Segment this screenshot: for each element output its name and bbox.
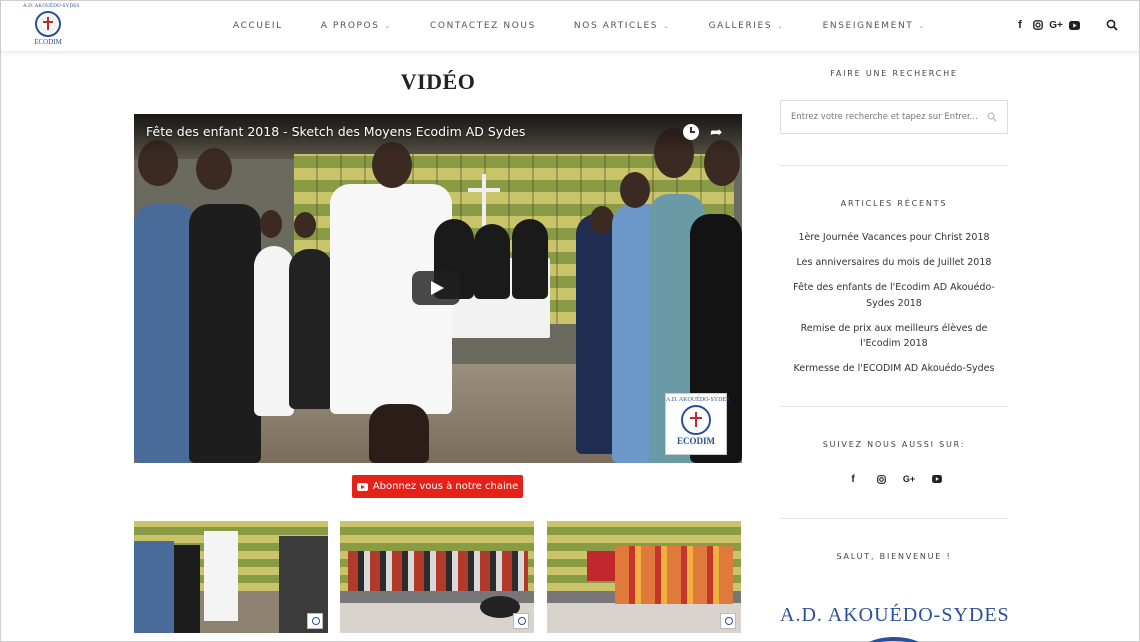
site-logo[interactable]: A.D. AKOUÉDO-SYDES ECODIM bbox=[23, 4, 80, 50]
logo-bottom-text: ECODIM bbox=[34, 38, 62, 46]
recent-articles-heading: ARTICLES RÉCENTS bbox=[840, 199, 948, 208]
video-thumbnail[interactable] bbox=[134, 521, 328, 633]
watch-later-icon[interactable] bbox=[683, 124, 699, 140]
nav-item-nos-articles[interactable]: NOS ARTICLES ⌄ bbox=[574, 21, 671, 31]
brand-seal-icon bbox=[861, 637, 927, 642]
recent-article-link[interactable]: Les anniversaires du mois de Juillet 201… bbox=[780, 255, 1008, 271]
recent-article-link[interactable]: Remise de prix aux meilleurs élèves de l… bbox=[780, 321, 1008, 352]
instagram-icon[interactable] bbox=[1031, 18, 1045, 32]
video-thumbnail[interactable] bbox=[547, 521, 741, 633]
page-title: VIDÉO bbox=[400, 69, 476, 94]
search-widget-heading: FAIRE UNE RECHERCHE bbox=[830, 69, 958, 78]
ecodim-badge-icon bbox=[513, 613, 529, 629]
nav-item-label: NOS ARTICLES bbox=[573, 21, 659, 31]
watermark-top-text: A.D. AKOUÉDO-SYDES bbox=[666, 397, 730, 403]
ecodim-seal-icon bbox=[681, 405, 711, 435]
nav-item-label: A PROPOS bbox=[320, 21, 380, 31]
nav-item-a-propos[interactable]: A PROPOS ⌄ bbox=[321, 21, 392, 31]
nav-item-enseignement[interactable]: ENSEIGNEMENT ⌄ bbox=[823, 21, 926, 31]
youtube-icon[interactable] bbox=[1067, 18, 1081, 32]
site-header: A.D. AKOUÉDO-SYDES ECODIM ACCUEIL A PROP… bbox=[1, 1, 1139, 52]
youtube-icon bbox=[356, 482, 368, 491]
nav-item-accueil[interactable]: ACCUEIL bbox=[233, 21, 283, 31]
brand-name: A.D. AKOUÉDO-SYDES bbox=[780, 604, 1010, 626]
sidebar-social-links: f G+ bbox=[846, 472, 958, 486]
play-button[interactable] bbox=[412, 271, 460, 305]
logo-seal-icon bbox=[35, 11, 61, 37]
youtube-video-player[interactable]: Fête des enfant 2018 - Sketch des Moyens… bbox=[134, 114, 742, 463]
header-social-links: f G+ bbox=[1013, 18, 1081, 32]
sidebar-divider bbox=[780, 406, 1008, 407]
nav-item-label: ENSEIGNEMENT bbox=[822, 21, 914, 31]
facebook-icon[interactable]: f bbox=[1013, 18, 1027, 32]
logo-top-text: A.D. AKOUÉDO-SYDES bbox=[23, 4, 80, 9]
search-icon[interactable] bbox=[1106, 18, 1120, 32]
facebook-icon[interactable]: f bbox=[846, 472, 860, 486]
video-thumbnail[interactable] bbox=[340, 521, 534, 633]
nav-item-label: CONTACTEZ NOUS bbox=[430, 21, 536, 31]
recent-article-link[interactable]: Fête des enfants de l'Ecodim AD Akouédo-… bbox=[780, 280, 1008, 311]
recent-article-link[interactable]: Kermesse de l'ECODIM AD Akouédo-Sydes bbox=[780, 361, 1008, 377]
sidebar-divider bbox=[780, 518, 1008, 519]
recent-article-link[interactable]: 1ère Journée Vacances pour Christ 2018 bbox=[780, 230, 1008, 246]
google-plus-icon[interactable]: G+ bbox=[902, 472, 916, 486]
ecodim-badge-icon bbox=[307, 613, 323, 629]
search-input[interactable] bbox=[781, 101, 981, 133]
nav-item-label: ACCUEIL bbox=[233, 21, 283, 31]
main-nav: ACCUEIL A PROPOS ⌄ CONTACTEZ NOUS NOS AR… bbox=[233, 1, 926, 51]
search-box bbox=[780, 100, 1008, 134]
subscribe-button[interactable]: Abonnez vous à notre chaine bbox=[352, 475, 523, 498]
nav-item-contactez-nous[interactable]: CONTACTEZ NOUS bbox=[430, 21, 536, 31]
chevron-down-icon: ⌄ bbox=[384, 22, 392, 30]
recent-articles-list: 1ère Journée Vacances pour Christ 2018 L… bbox=[780, 230, 1008, 386]
nav-item-galleries[interactable]: GALLERIES ⌄ bbox=[709, 21, 785, 31]
ecodim-badge-icon bbox=[720, 613, 736, 629]
watermark-bottom-text: ECODIM bbox=[677, 436, 715, 446]
youtube-icon[interactable] bbox=[930, 472, 944, 486]
welcome-heading: SALUT, BIENVENUE ! bbox=[836, 552, 952, 561]
share-icon[interactable]: ➦ bbox=[710, 123, 723, 141]
chevron-down-icon: ⌄ bbox=[663, 22, 671, 30]
follow-us-heading: SUIVEZ NOUS AUSSI SUR: bbox=[822, 440, 966, 449]
subscribe-label: Abonnez vous à notre chaine bbox=[372, 481, 519, 492]
chevron-down-icon: ⌄ bbox=[918, 22, 926, 30]
channel-watermark[interactable]: A.D. AKOUÉDO-SYDES ECODIM bbox=[665, 393, 730, 455]
instagram-icon[interactable] bbox=[874, 472, 888, 486]
search-icon[interactable] bbox=[987, 112, 997, 122]
chevron-down-icon: ⌄ bbox=[777, 22, 785, 30]
nav-item-label: GALLERIES bbox=[708, 21, 773, 31]
sidebar-divider bbox=[780, 165, 1008, 166]
google-plus-icon[interactable]: G+ bbox=[1049, 18, 1063, 32]
video-title[interactable]: Fête des enfant 2018 - Sketch des Moyens… bbox=[146, 124, 525, 139]
